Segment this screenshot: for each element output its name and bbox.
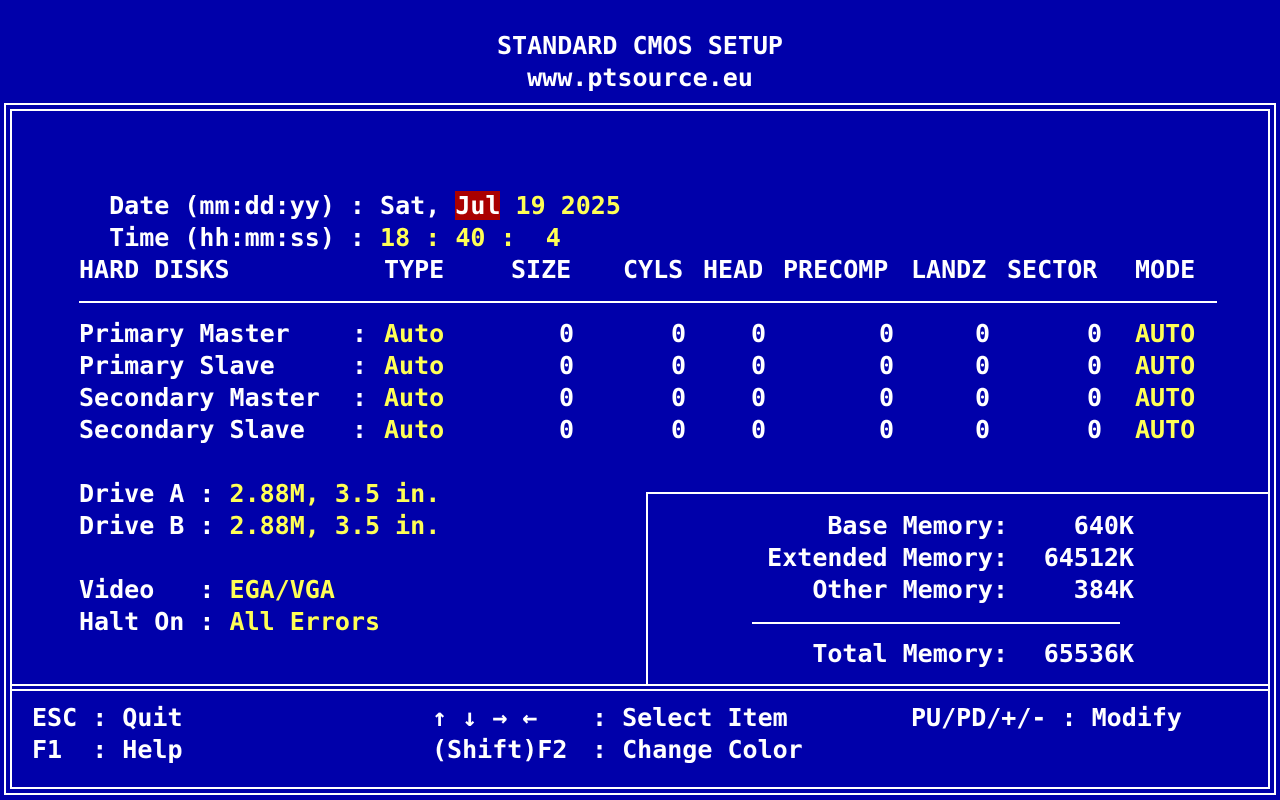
disk-precomp: 0 [878, 383, 894, 412]
page-title: STANDARD CMOS SETUP [497, 31, 783, 60]
disk-head: 0 [750, 319, 766, 348]
disk-name: Primary Master [79, 319, 290, 348]
time-second-field[interactable]: 4 [546, 223, 561, 252]
other-memory-value: 384K [1073, 575, 1134, 604]
drive-a-label: Drive A : [79, 479, 215, 508]
video-label: Video : [79, 575, 215, 604]
disk-name: Primary Slave [79, 351, 275, 380]
base-memory-label: Base Memory: [827, 511, 1008, 540]
total-memory-value: 65536K [1043, 639, 1134, 668]
base-memory-value: 640K [1073, 511, 1134, 540]
disk-precomp: 0 [878, 415, 894, 444]
time-separator: : [500, 223, 516, 252]
drive-b-label: Drive B : [79, 511, 215, 540]
disk-sector: 0 [1086, 351, 1102, 380]
video-row: Video : EGA/VGA [79, 574, 335, 606]
disk-name: Secondary Slave [79, 415, 305, 444]
other-memory-label: Other Memory: [812, 575, 1008, 604]
disk-mode-field[interactable]: AUTO [1135, 414, 1195, 446]
disk-landz: 0 [974, 351, 990, 380]
disk-landz: 0 [974, 319, 990, 348]
extended-memory-value: 64512K [1043, 543, 1134, 572]
drive-b-value[interactable]: 2.88M, 3.5 in. [230, 511, 441, 540]
disk-mode-field[interactable]: AUTO [1135, 318, 1195, 350]
disk-landz: 0 [974, 383, 990, 412]
disk-landz: 0 [974, 415, 990, 444]
disk-cyls: 0 [670, 383, 686, 412]
disk-cyls: 0 [670, 351, 686, 380]
disk-separator: : [352, 351, 368, 380]
table-header-divider [79, 301, 1217, 303]
drive-a-value[interactable]: 2.88M, 3.5 in. [230, 479, 441, 508]
disk-precomp: 0 [878, 319, 894, 348]
disk-separator: : [352, 415, 368, 444]
disk-precomp: 0 [878, 351, 894, 380]
halt-on-value[interactable]: All Errors [230, 607, 381, 636]
footer-divider-bottom [10, 689, 1268, 691]
disk-size: 0 [558, 383, 574, 412]
disk-head: 0 [750, 351, 766, 380]
disk-head: 0 [750, 383, 766, 412]
time-minute-field[interactable]: 40 [455, 223, 485, 252]
col-header-size: SIZE [511, 255, 572, 284]
disk-sector: 0 [1086, 319, 1102, 348]
disk-sector: 0 [1086, 415, 1102, 444]
page-subtitle: www.ptsource.eu [527, 63, 753, 92]
disk-name: Secondary Master [79, 383, 320, 412]
time-separator: : [425, 223, 441, 252]
extended-memory-label: Extended Memory: [767, 543, 1008, 572]
total-memory-label: Total Memory: [812, 639, 1008, 668]
drive-b-row: Drive B : 2.88M, 3.5 in. [79, 510, 440, 542]
col-header-sector: SECTOR [1007, 255, 1098, 284]
disk-separator: : [352, 383, 368, 412]
col-header-precomp: PRECOMP [783, 255, 889, 284]
memory-box-left [646, 492, 648, 686]
disk-cyls: 0 [670, 415, 686, 444]
memory-total-divider [752, 622, 1120, 624]
disk-mode-field[interactable]: AUTO [1135, 350, 1195, 382]
col-header-landz: LANDZ [911, 255, 987, 284]
disk-type-field[interactable]: Auto [384, 318, 444, 350]
col-header-head: HEAD [703, 255, 764, 284]
disk-type-field[interactable]: Auto [384, 350, 444, 382]
disk-type-field[interactable]: Auto [384, 414, 444, 446]
select-item-hint: : Select Item [592, 703, 788, 732]
disk-sector: 0 [1086, 383, 1102, 412]
disk-separator: : [352, 319, 368, 348]
disk-mode-field[interactable]: AUTO [1135, 382, 1195, 414]
f1-help-hint: F1 : Help [32, 735, 183, 764]
shift-f2-hint: (Shift)F2 [432, 735, 568, 764]
halt-on-row: Halt On : All Errors [79, 606, 380, 638]
footer-divider-top [10, 684, 1268, 686]
disk-size: 0 [558, 415, 574, 444]
esc-quit-hint: ESC : Quit [32, 703, 183, 732]
modify-hint: PU/PD/+/- : Modify [911, 703, 1182, 732]
col-header-type: TYPE [384, 255, 445, 284]
disk-head: 0 [750, 415, 766, 444]
disk-size: 0 [558, 319, 574, 348]
time-row: Time (hh:mm:ss) : 18 : 40 : 4 [79, 190, 561, 254]
disk-size: 0 [558, 351, 574, 380]
disk-cyls: 0 [670, 319, 686, 348]
col-header-mode: MODE [1135, 255, 1196, 284]
arrow-keys-hint: ↑ ↓ → ← [432, 703, 538, 732]
time-hour-field[interactable]: 18 [380, 223, 410, 252]
col-header-cyls: CYLS [623, 255, 684, 284]
col-header-hard-disks: HARD DISKS [79, 255, 230, 284]
video-value[interactable]: EGA/VGA [230, 575, 335, 604]
change-color-hint: : Change Color [592, 735, 803, 764]
drive-a-row: Drive A : 2.88M, 3.5 in. [79, 478, 440, 510]
halt-on-label: Halt On : [79, 607, 215, 636]
disk-type-field[interactable]: Auto [384, 382, 444, 414]
memory-box-top [646, 492, 1268, 494]
time-label: Time (hh:mm:ss) : [109, 223, 365, 252]
